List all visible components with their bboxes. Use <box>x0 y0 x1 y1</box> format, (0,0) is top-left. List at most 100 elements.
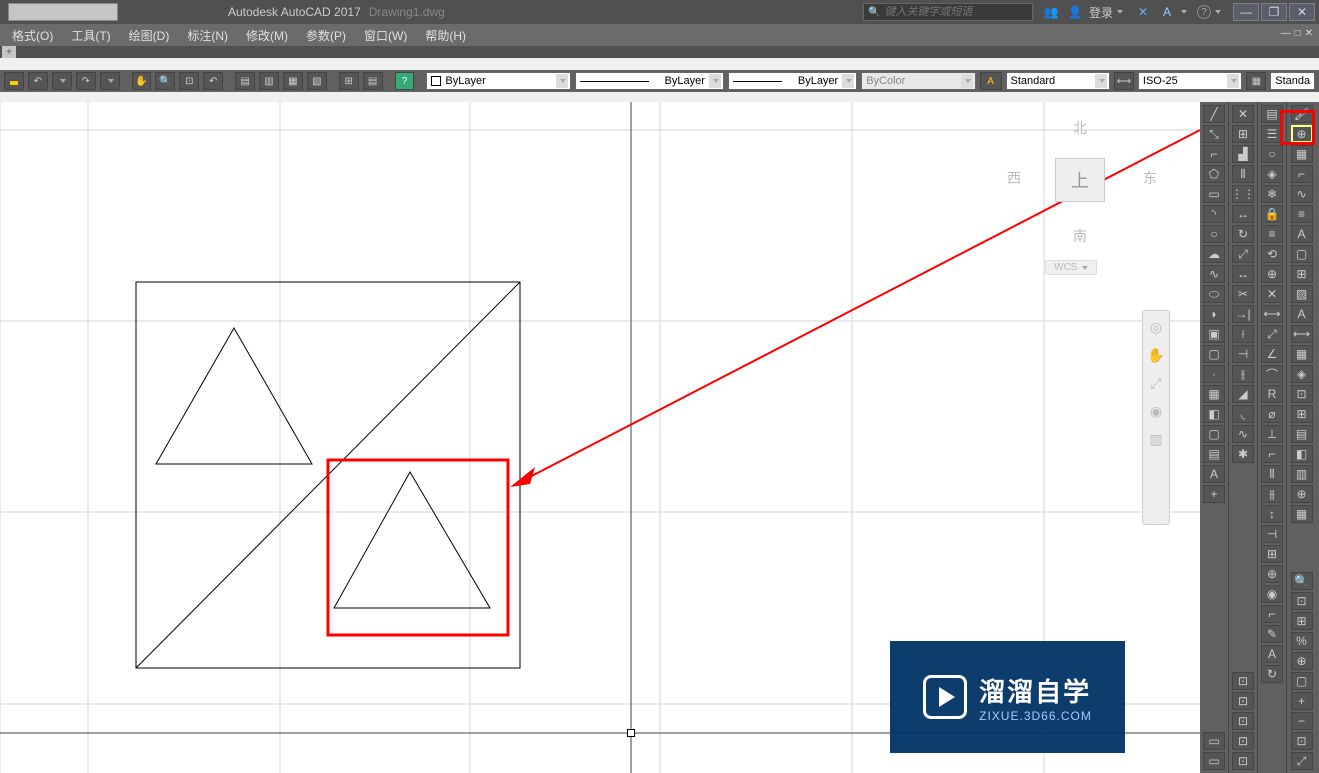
layer-lock-tool[interactable]: 🔒 <box>1261 205 1283 223</box>
xref-edit-tool[interactable]: ⊞ <box>1291 265 1313 283</box>
zoom-all[interactable]: ⊡ <box>1291 732 1313 750</box>
dim-baseline-tool[interactable]: ⫴ <box>1261 465 1283 483</box>
layer-state-tool[interactable]: ☰ <box>1261 125 1283 143</box>
scale-tool[interactable]: ⤢ <box>1232 245 1254 263</box>
doc-close-icon[interactable]: ✕ <box>1305 28 1313 39</box>
zoom-dynamic[interactable]: ⊞ <box>1291 612 1313 630</box>
table-style-combo[interactable]: Standa <box>1270 72 1315 90</box>
point-tool[interactable]: · <box>1203 365 1225 383</box>
layer-delete-tool[interactable]: ✕ <box>1261 285 1283 303</box>
fillet-tool[interactable]: ◟ <box>1232 405 1254 423</box>
menu-modify[interactable]: 修改(M) <box>246 27 288 44</box>
move-tool[interactable]: ↔ <box>1232 205 1254 223</box>
nav-wheel-icon[interactable]: ◎ <box>1146 317 1166 337</box>
draw-extra-1[interactable]: ▭ <box>1203 732 1225 750</box>
pedit-tool[interactable]: ⌐ <box>1291 165 1313 183</box>
redo-button[interactable]: ↷ <box>76 72 96 90</box>
mledit-tool[interactable]: ≡ <box>1291 205 1313 223</box>
table-style-icon[interactable]: ▦ <box>1246 72 1266 90</box>
zoom-object[interactable]: ▢ <box>1291 672 1313 690</box>
zoom-previous-button[interactable]: ↶ <box>203 72 223 90</box>
revision-cloud-tool[interactable]: ☁ <box>1203 245 1225 263</box>
jog-line-tool[interactable]: ⌐ <box>1261 605 1283 623</box>
mirror-tool[interactable]: ▟ <box>1232 145 1254 163</box>
exchange-a-icon[interactable]: A <box>1157 2 1177 22</box>
layer-icon[interactable] <box>4 72 24 90</box>
lineweight-combo[interactable]: ByLayer <box>728 72 857 90</box>
xline-tool[interactable]: ⤡ <box>1203 125 1225 143</box>
doc-minimize-icon[interactable]: — <box>1281 28 1291 39</box>
dim-angular-tool[interactable]: ∠ <box>1261 345 1283 363</box>
circle-tool[interactable]: ○ <box>1203 225 1225 243</box>
gradient-tool[interactable]: ◧ <box>1203 405 1225 423</box>
polygon-tool[interactable]: ⬠ <box>1203 165 1225 183</box>
copy-prop-tool[interactable]: ⊕ <box>1291 125 1313 143</box>
insert-block-tool[interactable]: ▣ <box>1203 325 1225 343</box>
inspect-tool[interactable]: ◉ <box>1261 585 1283 603</box>
dim-aligned-tool[interactable]: ⤢ <box>1261 325 1283 343</box>
match-prop-tool[interactable]: 🖌 <box>1291 105 1313 123</box>
props-btn-6[interactable]: ▤ <box>363 72 383 90</box>
viewcube-wcs[interactable]: WCS <box>1045 260 1097 275</box>
text-style-combo[interactable]: Standard <box>1006 72 1110 90</box>
dim-radius-tool[interactable]: R <box>1261 385 1283 403</box>
menu-parametric[interactable]: 参数(P) <box>306 27 346 44</box>
props-btn-4[interactable]: ▧ <box>307 72 327 90</box>
navigation-bar[interactable]: ◎ ✋ ⤢ ◉ ▥ <box>1142 310 1170 525</box>
join-tool[interactable]: ⫲ <box>1232 365 1254 383</box>
array-tool[interactable]: ⋮⋮ <box>1232 185 1254 203</box>
layer-props-tool[interactable]: ▤ <box>1261 105 1283 123</box>
tolerance-tool[interactable]: ⊞ <box>1261 545 1283 563</box>
person-icon[interactable]: 👤 <box>1065 2 1085 22</box>
login-caret-icon[interactable] <box>1117 10 1123 14</box>
drawing-canvas[interactable]: 北 西 上 东 南 WCS ◎ ✋ ⤢ ◉ ▥ 溜溜自学 ZIXUE.3D66.… <box>0 102 1200 773</box>
chamfer-tool[interactable]: ◢ <box>1232 385 1254 403</box>
people-icon[interactable]: 👥 <box>1041 2 1061 22</box>
add-selected-tool[interactable]: + <box>1203 485 1225 503</box>
doc-tab[interactable] <box>8 3 118 21</box>
dim-break-tool[interactable]: ⊣ <box>1261 525 1283 543</box>
viewcube-south[interactable]: 南 <box>1005 226 1155 246</box>
dim-edit-tool-2[interactable]: ⟷ <box>1291 325 1313 343</box>
viewcube-east[interactable]: 东 <box>1143 168 1157 188</box>
modify-extra-2[interactable]: ⊡ <box>1232 692 1254 710</box>
viewcube-north[interactable]: 北 <box>1005 118 1155 138</box>
ellipse-arc-tool[interactable]: ◗ <box>1203 305 1225 323</box>
offset-tool[interactable]: ⫴ <box>1232 165 1254 183</box>
menu-help[interactable]: 帮助(H) <box>425 27 466 44</box>
modify-extra-5[interactable]: ⊡ <box>1232 752 1254 770</box>
undo-dropdown[interactable] <box>52 72 72 90</box>
minimize-button[interactable]: — <box>1233 3 1259 21</box>
edit-20[interactable]: ⊕ <box>1291 485 1313 503</box>
layer-freeze-tool[interactable]: ❄ <box>1261 185 1283 203</box>
dim-diameter-tool[interactable]: ⌀ <box>1261 405 1283 423</box>
zoom-scale[interactable]: % <box>1291 632 1313 650</box>
viewcube-west[interactable]: 西 <box>1007 168 1021 188</box>
close-button[interactable]: ✕ <box>1289 3 1315 21</box>
edit-13[interactable]: ▦ <box>1291 345 1313 363</box>
view-cube[interactable]: 北 西 上 东 南 WCS <box>1005 108 1155 283</box>
region-tool[interactable]: ▢ <box>1203 425 1225 443</box>
arc-tool[interactable]: ◝ <box>1203 205 1225 223</box>
props-btn-1[interactable]: ▤ <box>235 72 255 90</box>
new-tab-button[interactable]: + <box>2 46 16 58</box>
exchange-x-icon[interactable]: ✕ <box>1133 2 1153 22</box>
maximize-button[interactable]: ❐ <box>1261 3 1287 21</box>
search-input[interactable] <box>884 6 1028 18</box>
edit-18[interactable]: ◧ <box>1291 445 1313 463</box>
dim-arc-tool[interactable]: ⌒ <box>1261 365 1283 383</box>
dim-tedit-tool[interactable]: A <box>1261 645 1283 663</box>
zoom-button[interactable]: 🔍 <box>155 72 175 90</box>
ellipse-tool[interactable]: ⬭ <box>1203 285 1225 303</box>
copy-tool[interactable]: ⊞ <box>1232 125 1254 143</box>
zoom-in[interactable]: + <box>1291 692 1313 710</box>
rectangle-tool[interactable]: ▭ <box>1203 185 1225 203</box>
zoom-realtime[interactable]: 🔍 <box>1291 572 1313 590</box>
layer-match-tool[interactable]: ≡ <box>1261 225 1283 243</box>
layer-merge-tool[interactable]: ⊕ <box>1261 265 1283 283</box>
nav-orbit-icon[interactable]: ◉ <box>1146 401 1166 421</box>
dim-jogged-tool[interactable]: ⌐ <box>1261 445 1283 463</box>
dim-update-tool[interactable]: ↻ <box>1261 665 1283 683</box>
dim-linear-tool[interactable]: ⟷ <box>1261 305 1283 323</box>
dim-style-icon[interactable]: ⟷ <box>1114 72 1134 90</box>
